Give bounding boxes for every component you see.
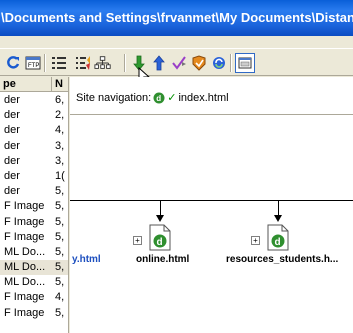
file-type-cell: der: [4, 109, 20, 122]
file-type-cell: der: [4, 185, 20, 198]
file-type-cell: der: [4, 154, 20, 167]
checkmark-icon: ✓: [167, 92, 177, 104]
list-view-icon[interactable]: [50, 54, 68, 72]
svg-text:FTP: FTP: [28, 63, 39, 69]
expand-icon[interactable]: +: [251, 236, 260, 245]
site-tree-connector: [70, 200, 353, 201]
dreamweaver-page-icon: d: [153, 92, 165, 104]
table-row[interactable]: F Image 5,: [0, 306, 68, 321]
menu-bar: [0, 36, 353, 48]
site-map-page-label[interactable]: online.html: [136, 254, 189, 265]
expand-panel-icon[interactable]: [235, 53, 255, 73]
type-column-header[interactable]: pe: [0, 77, 52, 92]
online-page-icon[interactable]: d: [149, 224, 171, 251]
file-type-cell: der: [4, 169, 20, 182]
file-type-cell: F Image: [4, 291, 45, 304]
file-size-cell: 3,: [55, 154, 65, 167]
table-row[interactable]: F Image 5,: [0, 230, 68, 245]
file-size-cell: 5,: [55, 245, 65, 258]
expand-icon[interactable]: +: [133, 236, 142, 245]
refresh-icon[interactable]: [4, 54, 22, 72]
window-title: \Documents and Settings\frvanmet\My Docu…: [1, 10, 353, 25]
put-arrow-icon[interactable]: [150, 54, 168, 72]
file-type-cell: F Image: [4, 306, 45, 319]
svg-text:d: d: [156, 94, 161, 103]
table-row[interactable]: ML Do... 5,: [0, 275, 68, 290]
file-size-cell: 4,: [55, 124, 65, 137]
nav-label-text: Site navigation:: [76, 92, 152, 104]
synchronize-icon[interactable]: [210, 54, 228, 72]
file-rows: der 6, der 2, der 4, der 3, der 3, der 1(der 5, F Ima…: [0, 93, 68, 321]
table-row[interactable]: der 5,: [0, 184, 68, 199]
file-size-cell: 3,: [55, 139, 65, 152]
site-navigation-bar: Site navigation: d ✓ index.html: [70, 77, 353, 115]
file-size-cell: 5,: [55, 306, 65, 319]
file-size-cell: 5,: [55, 261, 65, 274]
site-files-icon[interactable]: [74, 54, 92, 72]
file-size-cell: 4,: [55, 291, 65, 304]
site-toolbar: FTP: [0, 48, 353, 85]
file-list-panel[interactable]: pe N der 6, der 2, der 4, der 3, der 3, der 1( der 5,…: [0, 77, 69, 333]
table-row[interactable]: der 3,: [0, 154, 68, 169]
table-row[interactable]: der 2,: [0, 108, 68, 123]
site-navigation-label: Site navigation: d ✓ index.html: [76, 91, 229, 105]
file-type-cell: F Image: [4, 215, 45, 228]
file-size-cell: 5,: [55, 230, 65, 243]
site-map-page-label[interactable]: y.html: [72, 254, 101, 265]
ftp-icon[interactable]: FTP: [24, 54, 42, 72]
table-row[interactable]: F Image 5,: [0, 215, 68, 230]
file-type-cell: der: [4, 139, 20, 152]
file-type-cell: ML Do...: [4, 276, 46, 289]
home-file-link[interactable]: index.html: [178, 91, 228, 105]
file-type-cell: F Image: [4, 200, 45, 213]
window-title-bar[interactable]: \Documents and Settings\frvanmet\My Docu…: [0, 0, 353, 36]
file-type-cell: der: [4, 94, 20, 106]
file-size-cell: 2,: [55, 109, 65, 122]
file-type-cell: ML Do...: [4, 261, 46, 274]
check-out-icon[interactable]: [170, 54, 188, 72]
svg-text:d: d: [157, 237, 163, 248]
table-row[interactable]: der 4,: [0, 123, 68, 138]
file-type-cell: ML Do...: [4, 245, 46, 258]
svg-text:d: d: [275, 237, 281, 248]
file-size-cell: 5,: [55, 200, 65, 213]
size-column-header[interactable]: N: [52, 77, 68, 92]
table-row[interactable]: ML Do... 5,: [0, 245, 68, 260]
table-row[interactable]: der 3,: [0, 139, 68, 154]
file-type-cell: der: [4, 124, 20, 137]
file-size-cell: 5,: [55, 276, 65, 289]
table-row[interactable]: ML Do... 5,: [0, 260, 68, 276]
file-size-cell: 6,: [55, 94, 65, 106]
table-row[interactable]: der 6,: [0, 93, 68, 108]
check-in-icon[interactable]: [190, 54, 208, 72]
site-map-page-label[interactable]: resources_students.h...: [226, 254, 338, 265]
file-size-cell: 5,: [55, 215, 65, 228]
file-type-cell: F Image: [4, 230, 45, 243]
file-size-cell: 5,: [55, 185, 65, 198]
table-row[interactable]: F Image 4,: [0, 290, 68, 305]
arrow-down-icon: [156, 215, 164, 222]
file-size-cell: 1(: [55, 169, 65, 182]
table-row[interactable]: der 1(: [0, 169, 68, 184]
table-row[interactable]: F Image 5,: [0, 199, 68, 214]
site-map-icon[interactable]: [94, 54, 112, 72]
site-map-panel[interactable]: Site navigation: d ✓ index.html y.html +…: [70, 77, 353, 333]
arrow-down-icon: [274, 215, 282, 222]
resources-page-icon[interactable]: d: [267, 224, 289, 251]
